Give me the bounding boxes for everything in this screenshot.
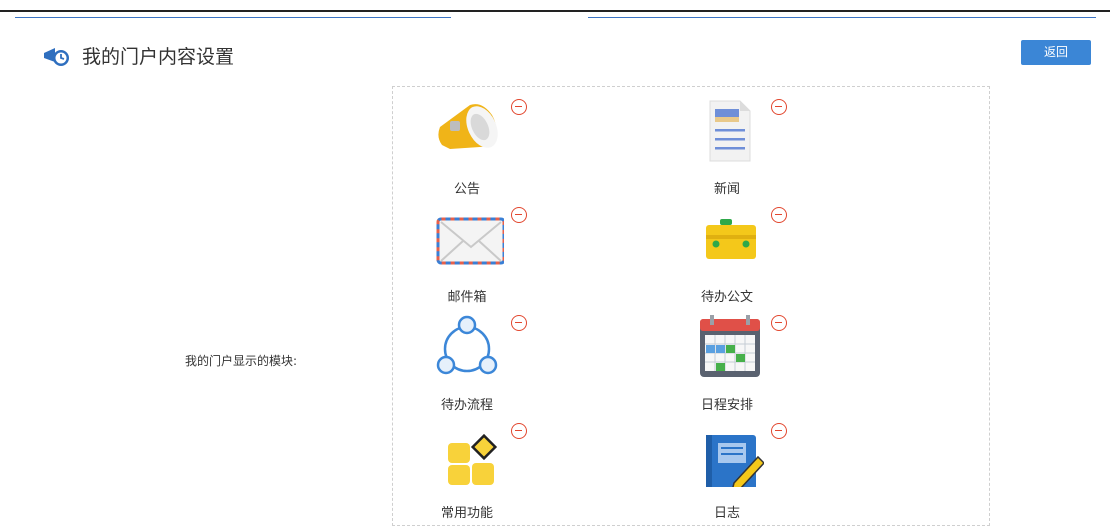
modules-panel: 公告 新闻 邮件箱 待办公文 待办流程 日程安排 常用功能 日志 (392, 86, 990, 526)
remove-button[interactable] (771, 207, 787, 223)
journal-icon (706, 435, 764, 487)
megaphone-portal-icon (44, 48, 69, 66)
module-label: 常用功能 (440, 506, 493, 521)
module-schedule[interactable]: 日程安排 (653, 303, 787, 413)
tab-underline-left (15, 17, 451, 18)
remove-button[interactable] (511, 207, 527, 223)
common-functions-icon (448, 433, 498, 485)
module-label: 日志 (713, 506, 740, 521)
module-journal[interactable]: 日志 (653, 411, 787, 521)
mailbox-icon (436, 217, 504, 265)
module-mailbox[interactable]: 邮件箱 (393, 195, 527, 305)
page-title: 我的门户内容设置 (82, 46, 235, 68)
module-pending-documents[interactable]: 待办公文 (653, 195, 787, 305)
remove-button[interactable] (511, 315, 527, 331)
module-announcement[interactable]: 公告 (393, 87, 527, 197)
module-news[interactable]: 新闻 (653, 87, 787, 197)
workflow-icon (436, 315, 498, 375)
remove-button[interactable] (771, 423, 787, 439)
top-divider (0, 10, 1110, 12)
remove-button[interactable] (511, 423, 527, 439)
remove-button[interactable] (771, 99, 787, 115)
module-common-functions[interactable]: 常用功能 (393, 411, 527, 521)
document-briefcase-icon (706, 219, 756, 259)
back-button[interactable]: 返回 (1021, 40, 1091, 65)
module-pending-workflow[interactable]: 待办流程 (393, 303, 527, 413)
announcement-icon (438, 104, 498, 149)
modules-label: 我的门户显示的模块: (185, 354, 298, 368)
remove-button[interactable] (771, 315, 787, 331)
calendar-icon (700, 315, 760, 377)
news-icon (709, 100, 751, 162)
remove-button[interactable] (511, 99, 527, 115)
tab-underline-right (588, 17, 1096, 18)
